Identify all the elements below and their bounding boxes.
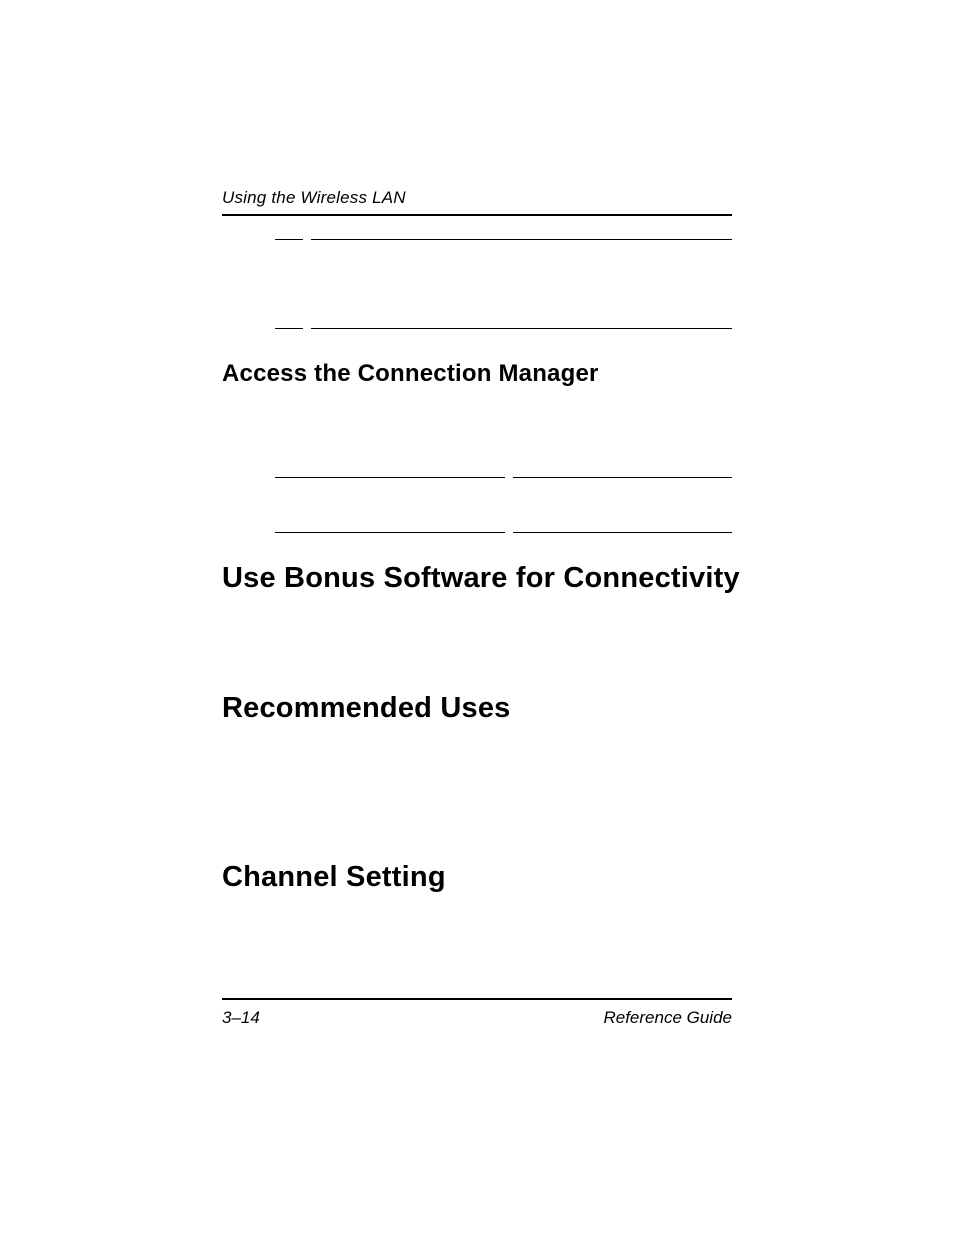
footer-page-number: 3–14 (222, 1008, 260, 1028)
heading-channel-setting: Channel Setting (222, 861, 446, 894)
footer-rule (222, 998, 732, 1000)
heading-access-connection-manager: Access the Connection Manager (222, 360, 599, 388)
heading-use-bonus-software: Use Bonus Software for Connectivity (222, 562, 740, 595)
footer-doc-title: Reference Guide (603, 1008, 732, 1028)
running-header: Using the Wireless LAN (222, 188, 732, 216)
document-page: Using the Wireless LAN Access the Connec… (0, 0, 954, 1235)
heading-recommended-uses: Recommended Uses (222, 692, 510, 725)
running-header-text: Using the Wireless LAN (222, 188, 406, 207)
